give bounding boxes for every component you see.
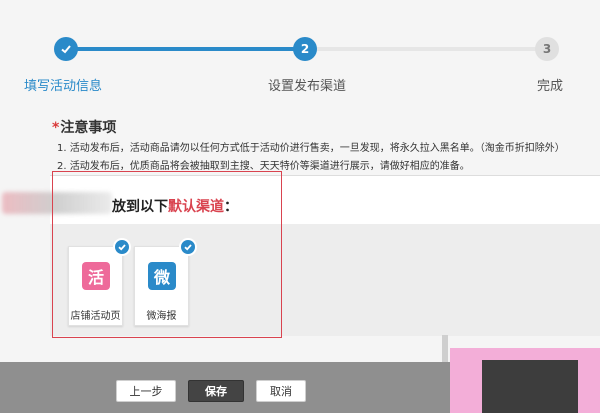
scrollbar[interactable] [442, 335, 448, 362]
progress-track-completed [66, 47, 306, 51]
channel-heading-prefix: 放到以下 [112, 199, 168, 215]
channel-card-label: 微海报 [146, 311, 177, 322]
channel-panel: 放到以下默认渠道： 活 店铺活动页 微 微海报 [2, 175, 600, 336]
checkmark-icon [184, 244, 192, 251]
channel-card-micro-poster[interactable]: 微 微海报 [134, 238, 197, 326]
channel-list-area [50, 224, 600, 336]
required-star-icon: * [52, 120, 60, 136]
channel-card-store-activity[interactable]: 活 店铺活动页 [68, 238, 131, 326]
step-3-label: 完成 [537, 79, 564, 94]
step-3-indicator: 3 [535, 37, 559, 61]
step-2-indicator: 2 [293, 37, 317, 61]
notes-title: *注意事项 [52, 117, 116, 137]
note-item: 2. 活动发布后，优质商品将会被抽取到主搜、天天特价等渠道进行展示，请做好相应的… [57, 161, 470, 172]
checkmark-icon [61, 45, 71, 54]
step-1-indicator [54, 37, 78, 61]
checked-badge [179, 238, 197, 256]
checkmark-icon [118, 244, 126, 251]
previous-step-button[interactable]: 上一步 [116, 380, 176, 402]
micro-poster-icon: 微 [148, 262, 176, 290]
step-2-label: 设置发布渠道 [268, 79, 347, 94]
step-1-label: 填写活动信息 [24, 79, 103, 94]
progress-track-remaining [306, 47, 548, 51]
notes-title-text: 注意事项 [60, 120, 117, 136]
channel-card-label: 店铺活动页 [70, 311, 121, 322]
cancel-button[interactable]: 取消 [256, 380, 306, 402]
channel-heading: 放到以下默认渠道： [112, 196, 238, 216]
blurred-text [2, 192, 112, 214]
channel-heading-highlight: 默认渠道 [168, 199, 224, 215]
note-item: 1. 活动发布后，活动商品请勿以任何方式低于活动价进行售卖，一旦发现，将永久拉入… [57, 143, 565, 154]
progress-stepper: 2 3 填写活动信息 设置发布渠道 完成 [0, 0, 600, 100]
checked-badge [113, 238, 131, 256]
store-activity-icon: 活 [82, 262, 110, 290]
watermark-logo-dark [482, 360, 578, 413]
channel-heading-suffix: ： [224, 199, 238, 215]
save-button[interactable]: 保存 [188, 380, 244, 402]
